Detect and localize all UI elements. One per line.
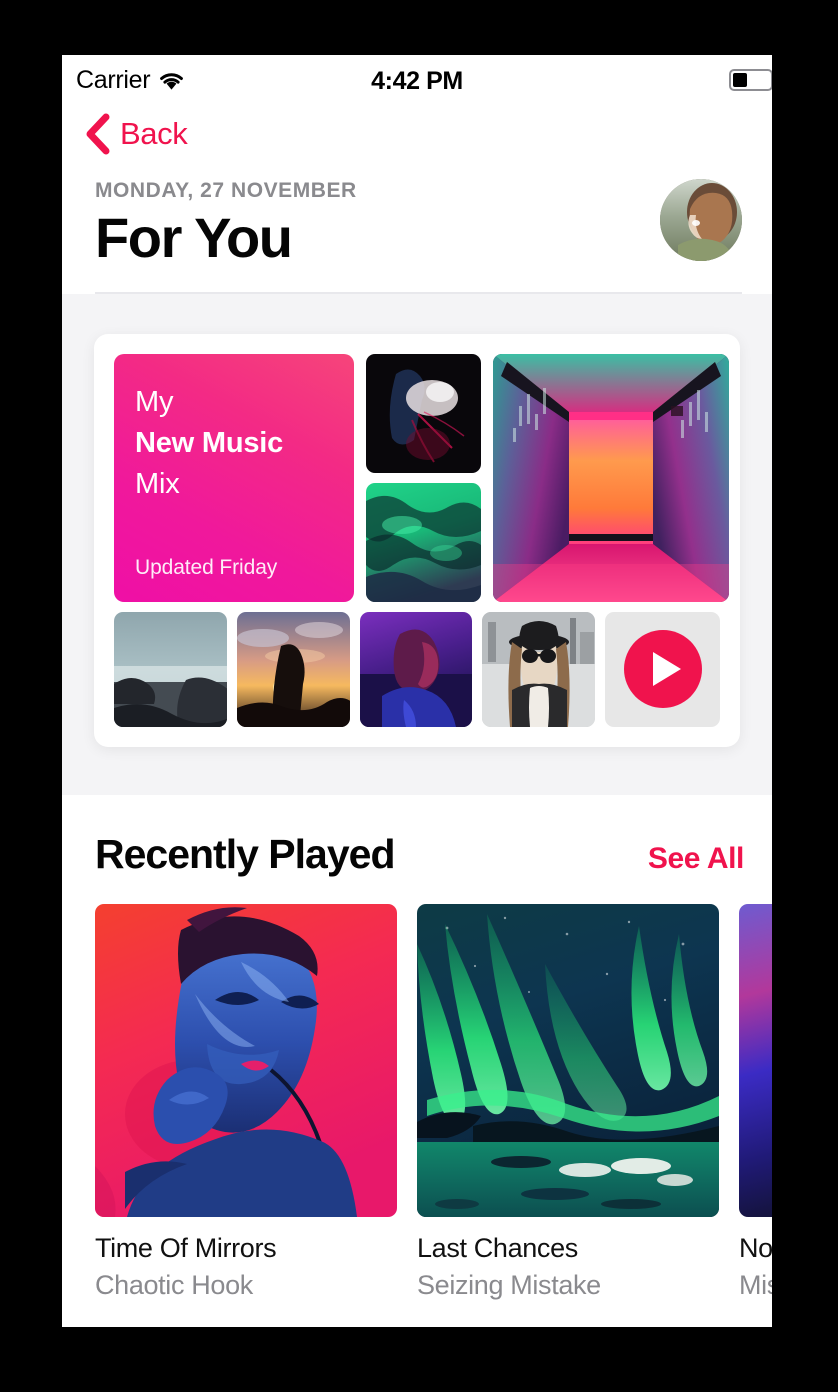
- user-avatar[interactable]: [660, 179, 742, 261]
- mosaic-thumb-street-hat[interactable]: [482, 611, 595, 727]
- mix-line-2: New Music: [135, 426, 284, 459]
- mix-updated-label: Updated Friday: [135, 555, 278, 579]
- track-title: Last Chances: [417, 1232, 578, 1263]
- status-bar: Carrier 4:42 PM: [62, 55, 772, 103]
- see-all-button[interactable]: See All: [648, 842, 745, 876]
- mix-line-3: Mix: [135, 468, 180, 501]
- play-circle-icon: [623, 630, 702, 709]
- header-date: MONDAY, 27 NOVEMBER: [95, 179, 357, 202]
- recently-played-header: Recently Played See All: [62, 831, 772, 878]
- page-title: For You: [95, 206, 293, 269]
- play-triangle-icon: [652, 652, 681, 687]
- page-header: MONDAY, 27 NOVEMBER For You: [62, 165, 772, 294]
- for-you-mix-section: My New Music Mix Updated Friday: [62, 293, 772, 795]
- phone-screen: Carrier 4:42 PM Back MONDAY, 27 NOVEMBER…: [62, 55, 772, 1327]
- track-artist: Seizing Mistake: [417, 1269, 601, 1300]
- header-divider: [95, 291, 742, 294]
- mix-line-1: My: [135, 385, 174, 418]
- track-title: No T: [739, 1232, 772, 1263]
- list-item[interactable]: No T Misc: [739, 903, 772, 1301]
- recently-played-section: Recently Played See All Time Of Mirrors …: [62, 794, 772, 1301]
- mosaic-middle-column: [366, 353, 481, 602]
- status-bar-time: 4:42 PM: [371, 67, 463, 95]
- mosaic-tile-green-texture[interactable]: [366, 482, 481, 602]
- status-bar-right: [729, 69, 772, 91]
- album-art-last-chances[interactable]: [417, 903, 719, 1217]
- list-item[interactable]: Last Chances Seizing Mistake: [417, 903, 719, 1301]
- back-button[interactable]: Back: [84, 113, 188, 155]
- mosaic-bottom-row: [114, 611, 720, 727]
- track-title: Time Of Mirrors: [95, 1232, 277, 1263]
- device-frame: Carrier 4:42 PM Back MONDAY, 27 NOVEMBER…: [0, 0, 838, 1392]
- chevron-left-icon: [84, 113, 110, 155]
- track-artist: Misc: [739, 1269, 772, 1300]
- back-label: Back: [120, 116, 188, 151]
- header-texts: MONDAY, 27 NOVEMBER For You: [95, 175, 357, 270]
- mosaic-top-row: My New Music Mix Updated Friday: [114, 353, 729, 602]
- recently-played-title: Recently Played: [95, 830, 395, 877]
- album-art-time-of-mirrors[interactable]: [95, 903, 397, 1217]
- new-music-mix-tile[interactable]: My New Music Mix Updated Friday: [114, 353, 354, 602]
- mosaic-tile-smoke[interactable]: [366, 353, 481, 473]
- navigation-bar: Back: [62, 103, 772, 165]
- battery-icon: [729, 69, 772, 91]
- mosaic-tile-neon-corridor[interactable]: [493, 353, 729, 602]
- mix-card: My New Music Mix Updated Friday: [94, 333, 740, 747]
- mosaic-thumb-sunset[interactable]: [236, 611, 350, 727]
- track-artist: Chaotic Hook: [95, 1269, 253, 1300]
- recently-played-list[interactable]: Time Of Mirrors Chaotic Hook Last Chance…: [62, 878, 772, 1301]
- mix-tile-texts: My New Music Mix: [135, 382, 283, 506]
- list-item[interactable]: Time Of Mirrors Chaotic Hook: [95, 903, 397, 1301]
- play-button[interactable]: [605, 611, 720, 727]
- album-art-third-partial[interactable]: [739, 903, 772, 1217]
- mosaic-thumb-seascape[interactable]: [114, 611, 227, 727]
- mosaic-thumb-purple-portrait[interactable]: [359, 611, 473, 727]
